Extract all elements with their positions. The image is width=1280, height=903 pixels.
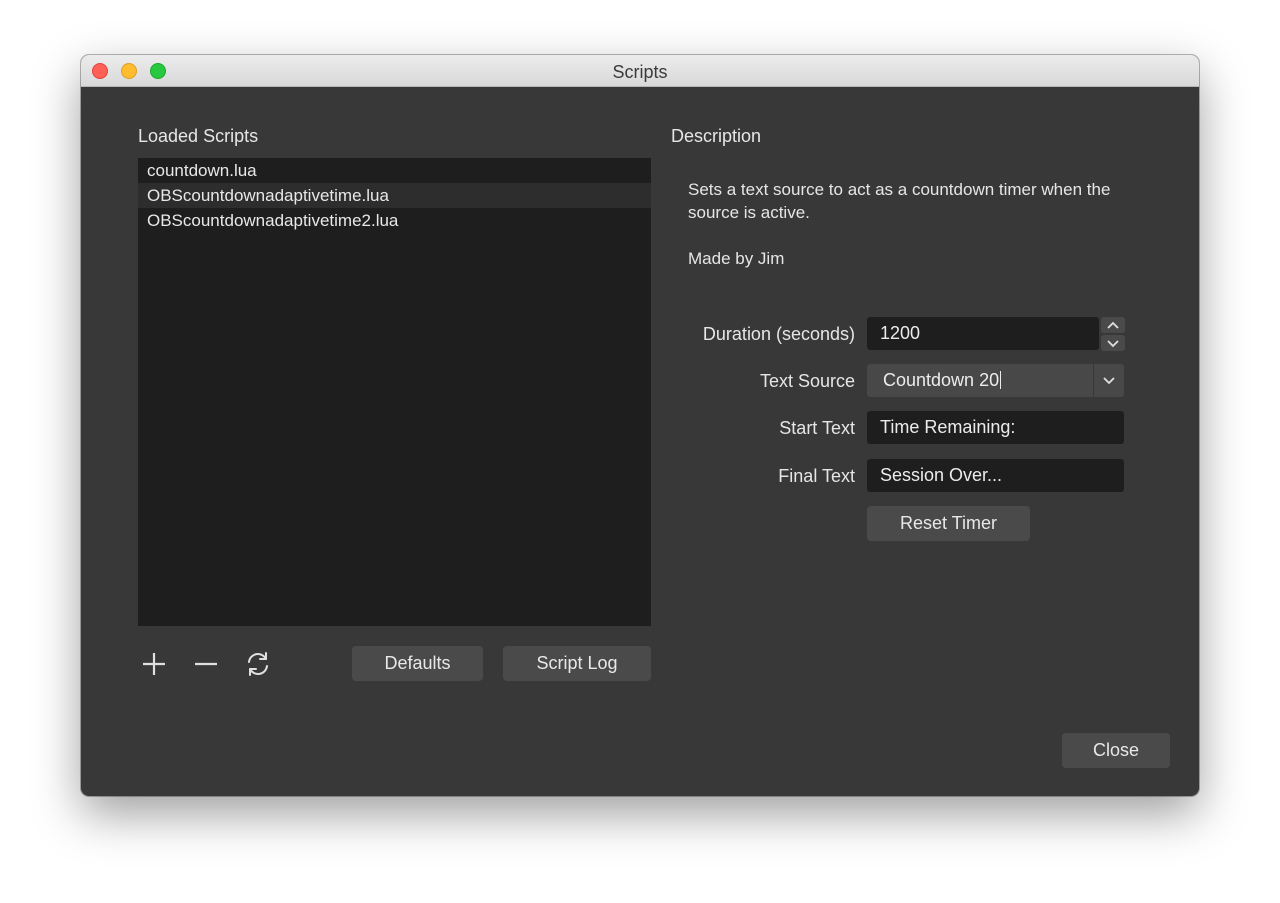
chevron-down-icon[interactable] <box>1101 335 1125 351</box>
title-bar[interactable]: Scripts <box>81 55 1199 87</box>
loaded-scripts-heading: Loaded Scripts <box>138 126 259 146</box>
plus-icon[interactable] <box>139 649 169 679</box>
duration-input[interactable]: 1200 <box>867 317 1099 350</box>
script-description: Sets a text source to act as a countdown… <box>688 180 1111 222</box>
duration-label: Duration (seconds) <box>702 324 855 344</box>
chevron-up-icon[interactable] <box>1101 317 1125 333</box>
script-list-item[interactable]: countdown.lua <box>138 158 651 183</box>
close-button[interactable]: Close <box>1062 733 1170 768</box>
refresh-icon[interactable] <box>243 649 273 679</box>
text-source-value: Countdown 20 <box>883 370 1002 390</box>
chevron-down-icon[interactable] <box>1093 364 1124 397</box>
script-author: Made by Jim <box>688 249 785 268</box>
script-list-item[interactable]: OBScountdownadaptivetime2.lua <box>138 208 651 233</box>
reset-timer-button[interactable]: Reset Timer <box>867 506 1030 541</box>
minus-icon[interactable] <box>191 649 221 679</box>
text-source-label: Text Source <box>759 371 855 391</box>
window-title: Scripts <box>612 62 668 82</box>
start-text-label: Start Text <box>779 418 855 438</box>
final-text-label: Final Text <box>778 466 855 486</box>
script-log-button[interactable]: Script Log <box>503 646 651 681</box>
loaded-scripts-list[interactable]: countdown.lua OBScountdownadaptivetime.l… <box>138 158 651 626</box>
description-heading: Description <box>671 126 762 146</box>
start-text-input[interactable]: Time Remaining: <box>867 411 1124 444</box>
duration-stepper[interactable] <box>1101 317 1125 351</box>
text-source-select[interactable]: Countdown 20 <box>867 364 1124 397</box>
final-text-input[interactable]: Session Over... <box>867 459 1124 492</box>
script-list-item-selected[interactable]: OBScountdownadaptivetime.lua <box>138 183 651 208</box>
scripts-window: Scripts Loaded Scripts countdown.lua OBS… <box>81 55 1199 796</box>
defaults-button[interactable]: Defaults <box>352 646 483 681</box>
